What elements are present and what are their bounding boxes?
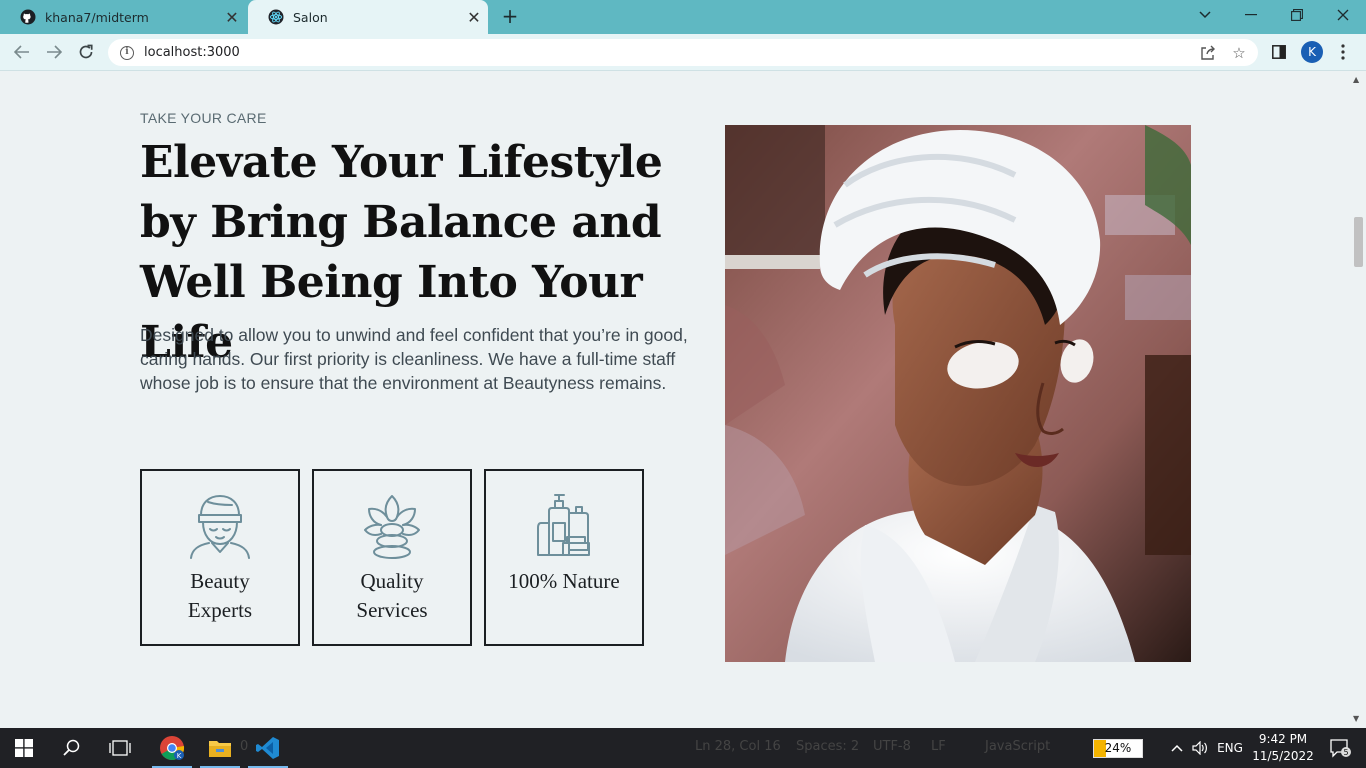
status-line-ending: LF	[931, 739, 946, 754]
back-icon[interactable]	[9, 40, 35, 64]
lotus-stones-icon	[360, 493, 424, 559]
page-scrollbar[interactable]: ▲ ▼	[1349, 71, 1366, 728]
battery-percent: 24%	[1104, 741, 1132, 755]
new-tab-button[interactable]: +	[498, 5, 522, 29]
hero-image	[725, 125, 1191, 662]
feature-label: Quality Services	[356, 569, 428, 622]
address-bar[interactable]: i localhost:3000 ☆	[108, 39, 1258, 66]
system-clock[interactable]: 9:42 PM 11/5/2022	[1246, 731, 1320, 765]
search-icon[interactable]	[48, 728, 96, 768]
react-icon	[268, 9, 284, 25]
bookmark-star-icon[interactable]: ☆	[1226, 39, 1252, 66]
scroll-up-icon[interactable]: ▲	[1353, 75, 1359, 84]
url-text: localhost:3000	[144, 45, 240, 60]
battery-indicator[interactable]: 24%	[1093, 739, 1143, 758]
browser-tab-strip: khana7/midterm ✕ Salon ✕ +	[0, 0, 1366, 34]
show-hidden-icons-chevron-icon[interactable]	[1168, 728, 1186, 768]
scrollbar-thumb[interactable]	[1354, 217, 1363, 267]
share-icon[interactable]	[1195, 39, 1221, 66]
page-viewport: TAKE YOUR CARE Elevate Your Lifestyle by…	[0, 71, 1366, 728]
close-tab-icon[interactable]: ✕	[218, 8, 246, 27]
forward-icon[interactable]	[41, 40, 67, 64]
notifications-icon[interactable]: 5	[1320, 728, 1360, 768]
minimize-icon[interactable]	[1228, 0, 1274, 30]
chrome-taskbar-icon[interactable]: K	[148, 728, 196, 768]
status-language-mode: JavaScript	[985, 739, 1051, 754]
windows-start-icon[interactable]	[0, 728, 48, 768]
section-eyebrow: TAKE YOUR CARE	[140, 110, 267, 126]
clock-date: 11/5/2022	[1252, 749, 1314, 763]
feature-label: Beauty Experts	[187, 569, 253, 622]
volume-icon[interactable]	[1190, 728, 1210, 768]
face-towel-icon	[188, 493, 252, 559]
file-explorer-icon[interactable]	[196, 728, 244, 768]
scroll-down-icon[interactable]: ▼	[1353, 714, 1359, 723]
tab-search-icon[interactable]	[1182, 0, 1228, 30]
menu-dots-icon[interactable]	[1330, 40, 1356, 64]
feature-card-100-nature: 100% Nature	[484, 469, 644, 646]
reload-icon[interactable]	[73, 40, 99, 64]
tab-github[interactable]: khana7/midterm ✕	[0, 0, 246, 34]
close-window-icon[interactable]	[1320, 0, 1366, 30]
tab-title: Salon	[293, 9, 328, 25]
cosmetics-bottles-icon	[532, 493, 596, 559]
status-encoding: UTF-8	[873, 739, 911, 754]
status-indentation: Spaces: 2	[796, 739, 860, 754]
task-view-icon[interactable]	[96, 728, 144, 768]
vscode-icon[interactable]	[244, 728, 292, 768]
tab-title: khana7/midterm	[45, 9, 149, 25]
profile-avatar[interactable]: K	[1301, 41, 1323, 63]
feature-card-quality-services: Quality Services	[312, 469, 472, 646]
clock-time: 9:42 PM	[1258, 732, 1308, 746]
site-info-icon[interactable]: i	[120, 45, 134, 60]
side-panel-icon[interactable]	[1266, 40, 1292, 64]
close-tab-icon[interactable]: ✕	[460, 8, 488, 27]
feature-card-beauty-experts: Beauty Experts	[140, 469, 300, 646]
browser-toolbar: i localhost:3000 ☆ K	[0, 34, 1366, 71]
tab-salon[interactable]: Salon ✕	[248, 0, 488, 34]
restore-icon[interactable]	[1274, 0, 1320, 30]
github-icon	[20, 9, 36, 25]
status-cursor-position: Ln 28, Col 16	[695, 739, 781, 754]
section-description: Designed to allow you to unwind and feel…	[140, 325, 688, 393]
windows-taskbar: K 0 Ln 28, Col 16 Spaces: 2 UTF-8 LF Jav…	[0, 728, 1366, 768]
input-language[interactable]: ENG	[1214, 728, 1246, 768]
svg-text:K: K	[177, 752, 182, 760]
feature-label: 100% Nature	[508, 569, 620, 593]
notification-count: 5	[1343, 748, 1348, 757]
